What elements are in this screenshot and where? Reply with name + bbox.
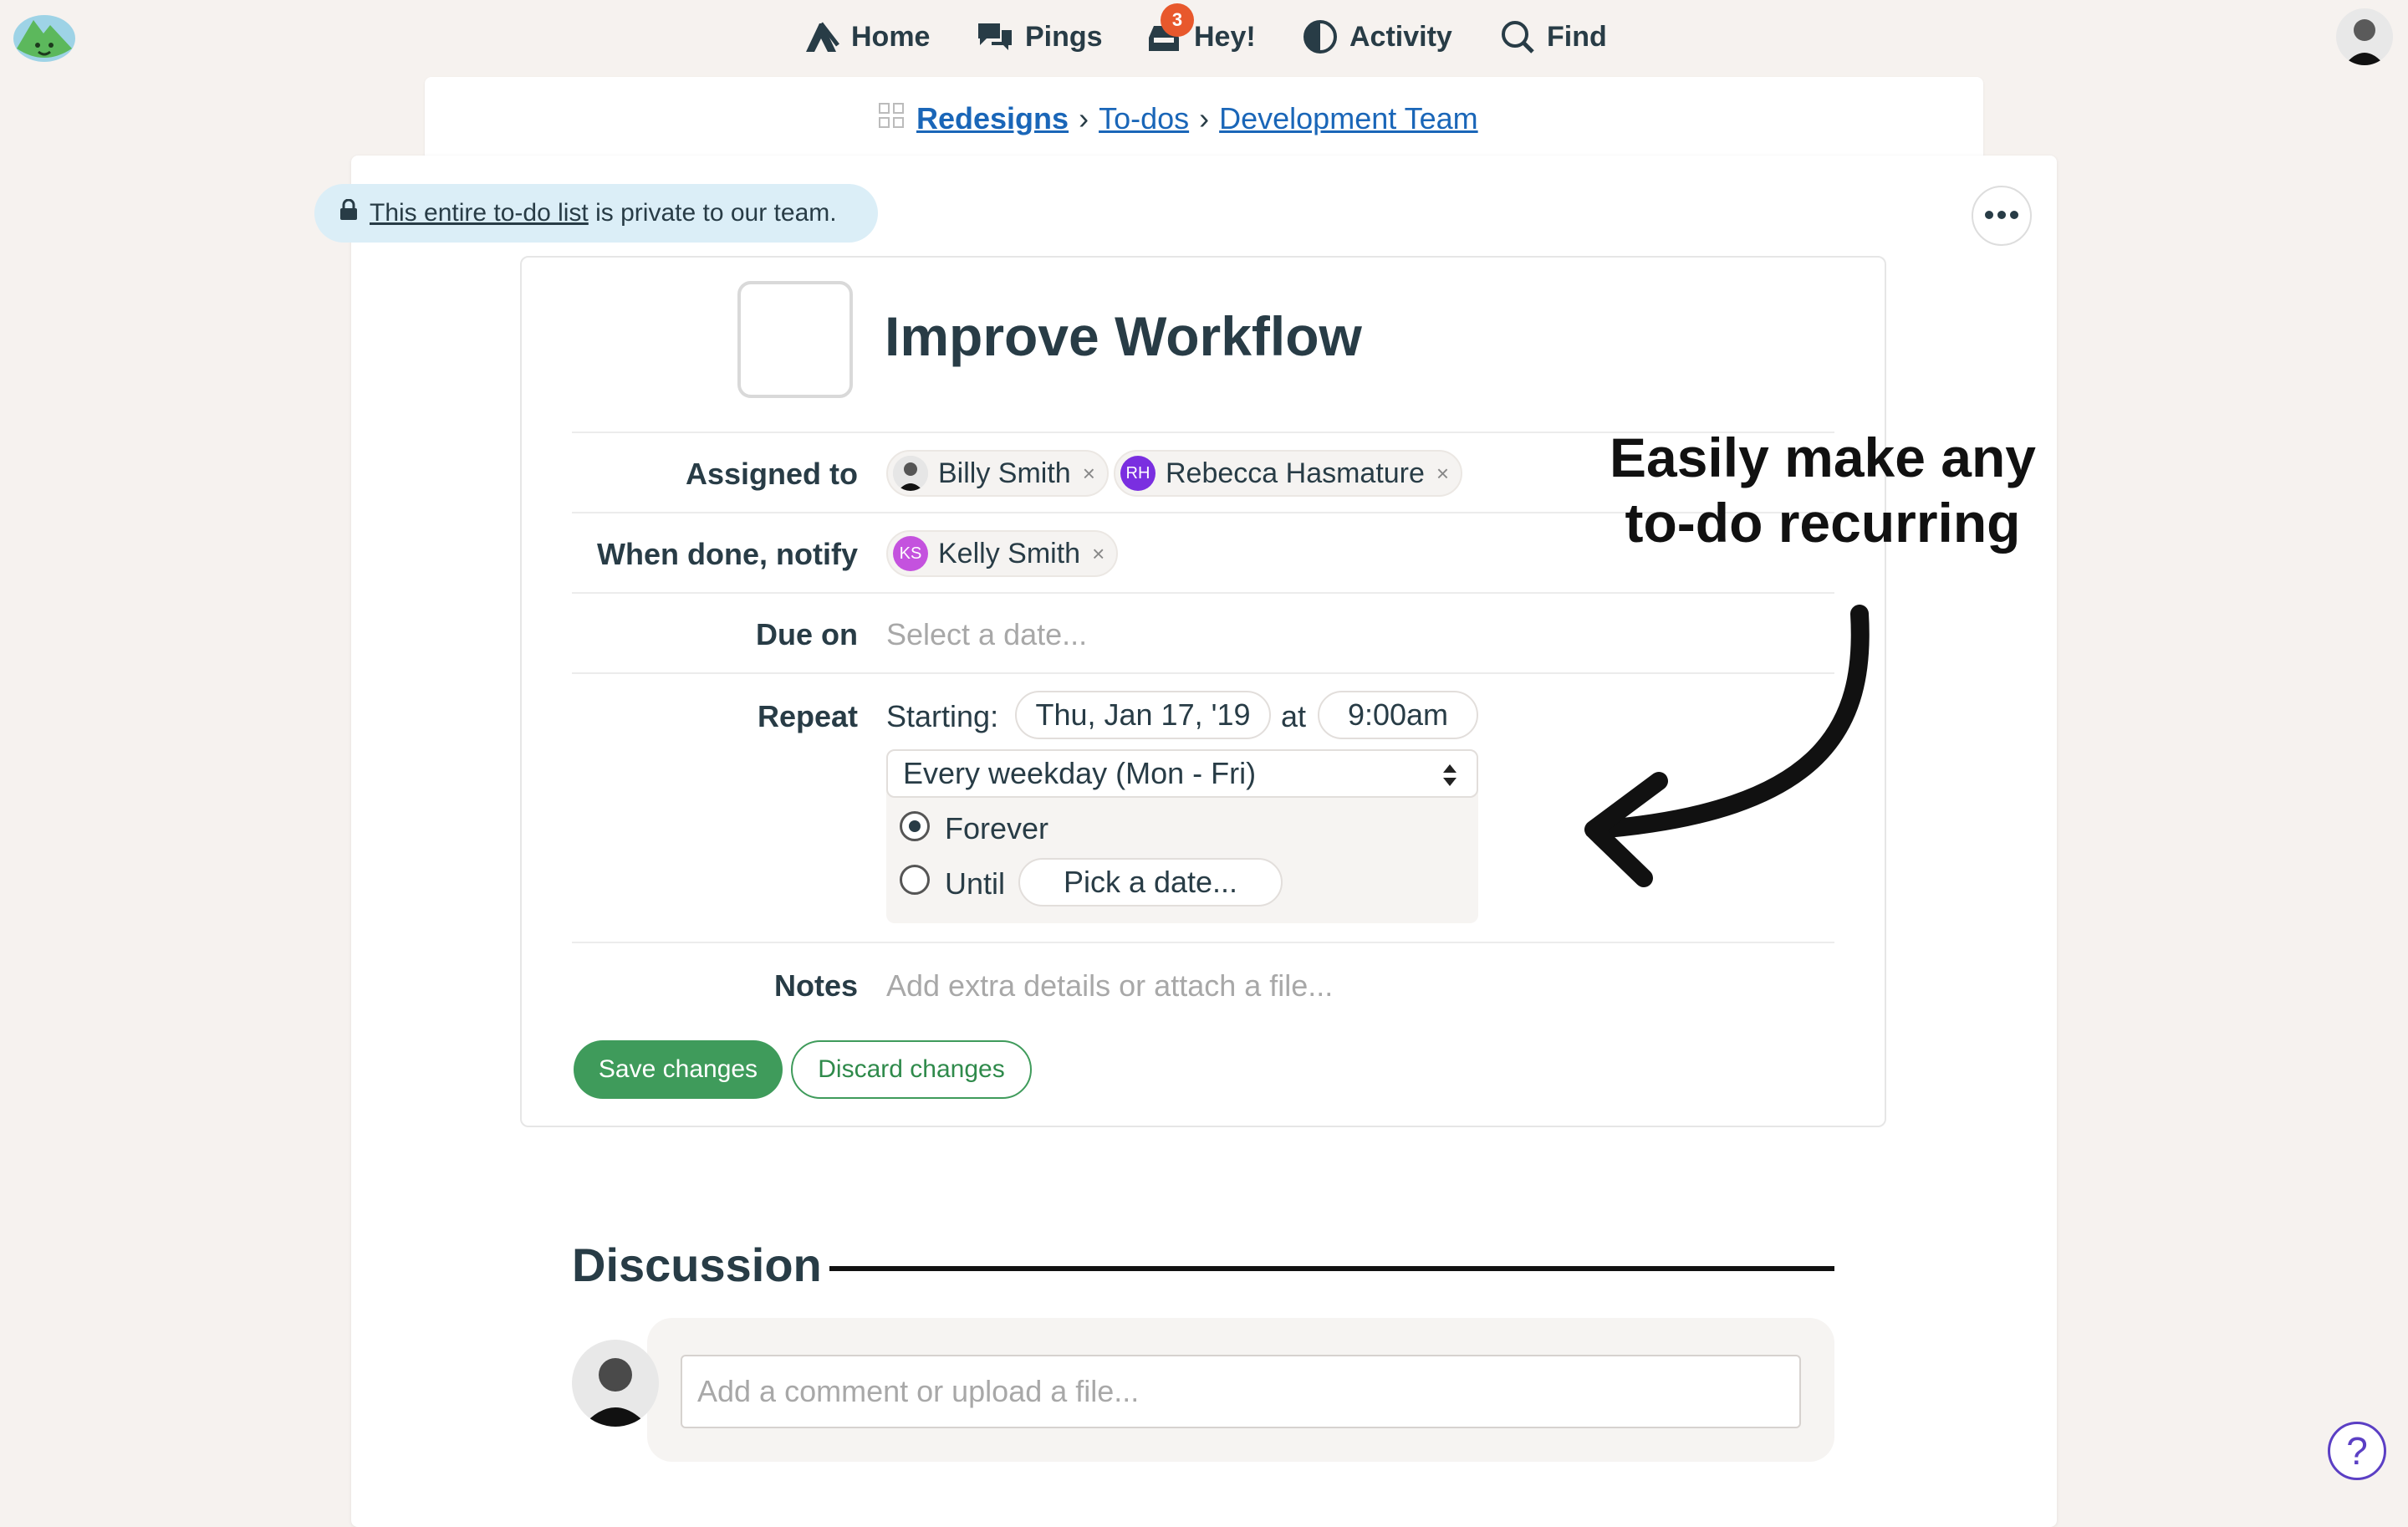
basecamp-logo[interactable] xyxy=(12,8,77,64)
divider xyxy=(572,942,1834,943)
starting-label: Starting: xyxy=(886,699,999,733)
notification-badge: 3 xyxy=(1161,3,1194,37)
due-date-input[interactable]: Select a date... xyxy=(886,617,1087,652)
todo-checkbox[interactable] xyxy=(737,281,853,398)
divider xyxy=(572,592,1834,594)
breadcrumb-separator: › xyxy=(1079,101,1089,135)
privacy-text: is private to our team. xyxy=(588,199,837,227)
discussion-heading: Discussion xyxy=(572,1238,822,1291)
notify-name: Kelly Smith xyxy=(938,537,1081,569)
forever-label: Forever xyxy=(945,811,1049,845)
discussion-rule xyxy=(829,1266,1834,1271)
curved-arrow-icon xyxy=(1572,602,1873,899)
search-icon xyxy=(1500,19,1535,54)
until-date-picker[interactable]: Pick a date... xyxy=(1018,858,1283,906)
remove-icon[interactable]: × xyxy=(1092,541,1105,567)
callout-line-2: to-do recurring xyxy=(1625,492,2021,554)
notes-input[interactable]: Add extra details or attach a file... xyxy=(886,968,1333,1004)
notify-label: When done, notify xyxy=(597,537,858,571)
pie-clock-icon xyxy=(1303,19,1338,54)
nav-activity[interactable]: Activity xyxy=(1303,12,1452,62)
nav-home[interactable]: Home xyxy=(803,12,930,62)
breadcrumb-todos-link[interactable]: To-dos xyxy=(1099,101,1189,136)
more-options-button[interactable] xyxy=(1972,186,2032,246)
breadcrumb: Redesigns › To-dos › Development Team xyxy=(878,95,1478,142)
avatar: KS xyxy=(893,536,928,571)
notify-chip[interactable]: KS Kelly Smith × xyxy=(886,530,1119,577)
assigned-to-label: Assigned to xyxy=(685,457,858,491)
callout-line-1: Easily make any xyxy=(1609,426,2037,488)
user-avatar[interactable] xyxy=(2336,8,2393,65)
speech-bubbles-icon xyxy=(977,20,1013,54)
remove-icon[interactable]: × xyxy=(1436,461,1449,487)
avatar xyxy=(893,456,928,491)
ellipsis-icon xyxy=(1985,208,2018,223)
nav-home-label: Home xyxy=(851,20,931,53)
repeat-label: Repeat xyxy=(757,699,858,733)
breadcrumb-project-link[interactable]: Redesigns xyxy=(916,101,1069,136)
nav-pings[interactable]: Pings xyxy=(977,12,1103,62)
notes-label: Notes xyxy=(773,968,858,1003)
project-grid-icon[interactable] xyxy=(878,101,905,136)
lock-icon xyxy=(339,198,358,227)
assignee-name: Billy Smith xyxy=(938,457,1071,489)
discard-changes-button[interactable]: Discard changes xyxy=(791,1040,1032,1099)
privacy-link[interactable]: This entire to-do list xyxy=(370,199,589,227)
comment-input[interactable]: Add a comment or upload a file... xyxy=(681,1355,1801,1428)
home-tent-icon xyxy=(803,20,839,54)
nav-activity-label: Activity xyxy=(1349,20,1452,53)
nav-find[interactable]: Find xyxy=(1500,12,1607,62)
callout-annotation: Easily make any to-do recurring xyxy=(1589,425,2057,555)
start-date-picker[interactable]: Thu, Jan 17, '19 xyxy=(1015,691,1271,739)
at-label: at xyxy=(1281,699,1307,733)
nav-pings-label: Pings xyxy=(1025,20,1103,53)
breadcrumb-separator: › xyxy=(1199,101,1210,135)
repeat-frequency-select[interactable]: Every weekday (Mon - Fri) xyxy=(886,749,1478,798)
assignee-chip[interactable]: RH Rebecca Hasmature × xyxy=(1114,450,1463,497)
help-icon: ? xyxy=(2346,1429,2368,1473)
nav-hey-label: Hey! xyxy=(1194,20,1256,53)
assignee-name: Rebecca Hasmature xyxy=(1166,457,1425,489)
avatar: RH xyxy=(1120,456,1156,491)
privacy-notice: This entire to-do list is private to our… xyxy=(314,184,878,243)
breadcrumb-list-link[interactable]: Development Team xyxy=(1219,101,1478,136)
until-radio[interactable] xyxy=(900,865,930,895)
assignee-chip[interactable]: Billy Smith × xyxy=(886,450,1109,497)
save-changes-button[interactable]: Save changes xyxy=(574,1040,783,1099)
due-on-label: Due on xyxy=(756,617,858,651)
select-arrows-icon xyxy=(1441,761,1458,796)
todo-title-input[interactable]: Improve Workflow xyxy=(885,304,1362,368)
remove-icon[interactable]: × xyxy=(1083,461,1095,487)
repeat-frequency-value: Every weekday (Mon - Fri) xyxy=(903,756,1257,790)
avatar xyxy=(572,1340,659,1427)
start-time-picker[interactable]: 9:00am xyxy=(1318,691,1478,739)
help-button[interactable]: ? xyxy=(2328,1422,2386,1480)
forever-radio[interactable] xyxy=(900,811,930,841)
until-label: Until xyxy=(945,866,1006,901)
nav-find-label: Find xyxy=(1547,20,1607,53)
